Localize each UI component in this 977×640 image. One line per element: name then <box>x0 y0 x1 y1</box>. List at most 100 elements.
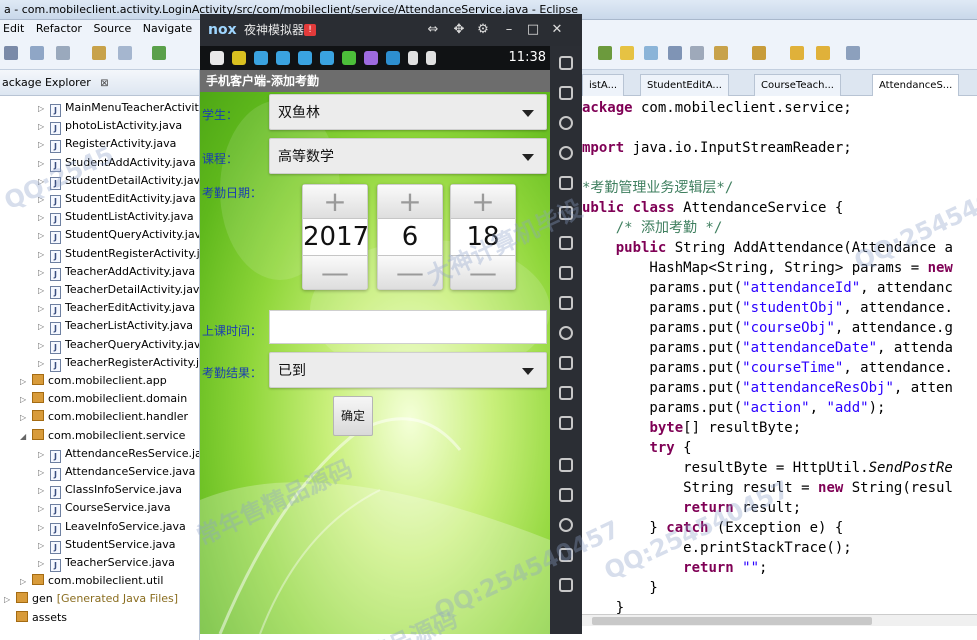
pin-icon[interactable]: ✥ <box>448 14 470 46</box>
menu-icon[interactable] <box>559 458 573 472</box>
keyboard-icon[interactable] <box>559 86 573 100</box>
java-file-node[interactable]: ▷ J StudentAddActivity.java <box>38 154 196 172</box>
java-file-node[interactable]: ▷ J StudentRegisterActivity.ja <box>38 245 199 263</box>
course-spinner[interactable]: 高等数学 <box>269 138 547 174</box>
multi-window-icon[interactable]: ⇔ <box>422 14 444 46</box>
java-file-node[interactable]: ▷ J StudentService.java <box>38 536 176 554</box>
expand-arrow-icon[interactable]: ▷ <box>20 391 32 409</box>
expand-arrow-icon[interactable]: ▷ <box>38 482 50 500</box>
toolbar-save-all-icon[interactable] <box>30 46 44 60</box>
expand-arrow-icon[interactable]: ▷ <box>20 373 32 391</box>
phone-icon[interactable] <box>559 56 573 70</box>
java-file-node[interactable]: ▷ J StudentEditActivity.java <box>38 190 196 208</box>
month-value[interactable]: 6 <box>378 219 442 255</box>
toolbar-history-icon[interactable] <box>846 46 860 60</box>
confirm-button[interactable]: 确定 <box>333 396 373 436</box>
package-node[interactable]: ▷ com.mobileclient.handler <box>20 408 188 426</box>
java-file-node[interactable]: ▷ J TeacherQueryActivity.java <box>38 336 199 354</box>
back-icon[interactable] <box>559 518 573 532</box>
java-file-node[interactable]: ▷ J TeacherService.java <box>38 554 175 572</box>
horizontal-scrollbar[interactable] <box>582 614 977 626</box>
expand-arrow-icon[interactable]: ▷ <box>20 409 32 427</box>
settings-icon[interactable]: ⚙ <box>472 14 494 46</box>
menu-source[interactable]: Source <box>93 20 131 38</box>
expand-arrow-icon[interactable]: ▷ <box>38 464 50 482</box>
java-file-node[interactable]: ▷ J AttendanceService.java <box>38 463 195 481</box>
tab-student-edit[interactable]: StudentEditA... <box>640 74 729 96</box>
year-increment-button[interactable]: + <box>303 185 367 219</box>
close-view-icon[interactable]: ⊠ <box>100 78 108 89</box>
java-file-node[interactable]: ▷ J StudentDetailActivity.java <box>38 172 199 191</box>
month-increment-button[interactable]: + <box>378 185 442 219</box>
toolbar-forward-icon[interactable] <box>816 46 830 60</box>
expand-arrow-icon[interactable]: ▷ <box>38 519 50 537</box>
volume-up-icon[interactable] <box>559 236 573 250</box>
expand-arrow-icon[interactable]: ▷ <box>38 100 50 118</box>
toolbar-back-icon[interactable] <box>790 46 804 60</box>
camera-icon[interactable] <box>559 386 573 400</box>
expand-arrow-icon[interactable]: ◢ <box>20 428 32 446</box>
menu-navigate[interactable]: Navigate <box>143 20 192 38</box>
volume-down-icon[interactable] <box>559 266 573 280</box>
expand-arrow-icon[interactable]: ▷ <box>38 209 50 227</box>
tab-list-activity[interactable]: istA... <box>582 74 625 96</box>
shake-icon[interactable] <box>559 326 573 340</box>
expand-arrow-icon[interactable]: ▷ <box>38 264 50 282</box>
toolbar-highlight-icon[interactable] <box>620 46 634 60</box>
expand-arrow-icon[interactable]: ▷ <box>4 591 16 609</box>
java-file-node[interactable]: ▷ J TeacherAddActivity.java <box>38 263 195 281</box>
year-value[interactable]: 2017 <box>303 219 369 255</box>
java-file-node[interactable]: ▷ J CourseService.java <box>38 499 171 518</box>
java-file-node[interactable]: ▷ J MainMenuTeacherActivity <box>38 99 199 118</box>
fullscreen-icon[interactable] <box>559 206 573 220</box>
menu-edit[interactable]: Edit <box>3 20 24 38</box>
class-time-input[interactable] <box>269 310 547 344</box>
day-value[interactable]: 18 <box>451 219 515 255</box>
expand-arrow-icon[interactable]: ▷ <box>38 118 50 136</box>
expand-arrow-icon[interactable]: ▷ <box>38 355 50 373</box>
multi-instance-icon[interactable] <box>559 416 573 430</box>
java-file-node[interactable]: ▷ J TeacherDetailActivity.java <box>38 281 199 300</box>
apk-install-icon[interactable] <box>559 296 573 310</box>
day-decrement-button[interactable]: — <box>451 255 515 289</box>
expand-arrow-icon[interactable]: ▷ <box>38 191 50 209</box>
tab-course-teach[interactable]: CourseTeach... <box>754 74 841 96</box>
month-decrement-button[interactable]: — <box>378 255 442 289</box>
expand-arrow-icon[interactable]: ▷ <box>38 155 50 173</box>
toolbar-toggle-icon[interactable] <box>668 46 682 60</box>
package-node[interactable]: ▷ com.mobileclient.domain <box>20 390 187 408</box>
toolbar-run-icon[interactable] <box>598 46 612 60</box>
toolbar-check-icon[interactable] <box>152 46 166 60</box>
expand-arrow-icon[interactable]: ▷ <box>20 573 32 591</box>
expand-arrow-icon[interactable]: ▷ <box>38 227 50 245</box>
java-file-node[interactable]: ▷ J TeacherRegisterActivity.ja <box>38 354 199 373</box>
tab-attendance-service[interactable]: AttendanceS... <box>872 74 960 96</box>
expand-arrow-icon[interactable]: ▷ <box>38 282 50 300</box>
java-file-node[interactable]: ▷ JphotoListActivity.java <box>38 117 182 136</box>
screen-icon[interactable] <box>559 176 573 190</box>
maximize-icon[interactable]: □ <box>522 14 544 46</box>
toolbar-search-icon[interactable] <box>644 46 658 60</box>
home-icon[interactable] <box>559 548 573 562</box>
toolbar-build-icon[interactable] <box>92 46 106 60</box>
java-file-node[interactable]: ▷ J StudentListActivity.java <box>38 208 194 227</box>
toolbar-mark-icon[interactable] <box>690 46 704 60</box>
result-spinner[interactable]: 已到 <box>269 352 547 388</box>
java-file-node[interactable]: ▷ J AttendanceResService.jav <box>38 445 199 463</box>
recent-apps-icon[interactable] <box>559 578 573 592</box>
java-file-node[interactable]: ▷ J RegisterActivity.java <box>38 135 176 154</box>
package-node[interactable]: ◢ com.mobileclient.service <box>20 427 185 445</box>
toolbar-print-icon[interactable] <box>56 46 70 60</box>
toolbar-window-icon[interactable] <box>118 46 132 60</box>
expand-arrow-icon[interactable]: ▷ <box>38 173 50 191</box>
expand-arrow-icon[interactable]: ▷ <box>38 555 50 573</box>
location-icon[interactable] <box>559 146 573 160</box>
day-increment-button[interactable]: + <box>451 185 515 219</box>
expand-arrow-icon[interactable]: ▷ <box>38 300 50 318</box>
nox-notice-badge[interactable]: ! <box>304 24 316 36</box>
java-file-node[interactable]: ▷ J TeacherEditActivity.java <box>38 299 195 318</box>
minimize-icon[interactable]: – <box>498 14 520 46</box>
folder-node[interactable]: assets <box>4 609 67 627</box>
toolbar-save-icon[interactable] <box>4 46 18 60</box>
folder-node[interactable]: ▷ gen [Generated Java Files] <box>4 590 178 608</box>
